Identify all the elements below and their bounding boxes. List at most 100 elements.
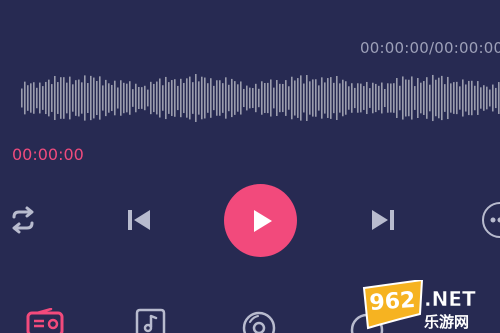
waveform-bar bbox=[45, 81, 47, 115]
waveform-bar bbox=[498, 82, 500, 114]
music-file-icon bbox=[135, 308, 166, 333]
waveform-bar bbox=[153, 83, 155, 113]
waveform-bar bbox=[393, 83, 395, 113]
waveform-bar bbox=[192, 82, 194, 114]
waveform-bar bbox=[147, 89, 149, 107]
waveform-bar bbox=[342, 79, 344, 117]
waveform-bar bbox=[420, 82, 422, 114]
play-icon bbox=[253, 209, 272, 232]
previous-button[interactable] bbox=[122, 203, 156, 237]
waveform-bar bbox=[486, 86, 488, 110]
waveform-bar bbox=[294, 80, 296, 116]
current-time: 00:00:00 bbox=[12, 145, 84, 164]
waveform-bar bbox=[477, 81, 479, 115]
waveform-bar bbox=[381, 82, 383, 114]
next-button[interactable] bbox=[366, 203, 400, 237]
waveform-bar bbox=[99, 76, 101, 120]
disc-icon bbox=[242, 311, 276, 333]
watermark-logo: 962 .NET 乐游网 bbox=[362, 280, 476, 331]
waveform-bar bbox=[30, 83, 32, 113]
waveform-bar bbox=[405, 79, 407, 117]
waveform-bar bbox=[165, 76, 167, 120]
waveform-bar bbox=[24, 81, 26, 115]
waveform-bar bbox=[135, 83, 137, 113]
waveform-bar bbox=[42, 86, 44, 110]
waveform-bar bbox=[318, 85, 320, 111]
waveform-bar bbox=[408, 79, 410, 117]
waveform-bar bbox=[456, 81, 458, 115]
waveform-bar bbox=[90, 75, 92, 121]
waveform-bar bbox=[384, 88, 386, 108]
waveform-bar bbox=[285, 80, 287, 116]
waveform-bar bbox=[255, 83, 257, 113]
waveform-bar bbox=[444, 84, 446, 112]
waveform-bar bbox=[240, 81, 242, 115]
waveform-bar bbox=[390, 83, 392, 113]
waveform-bar bbox=[189, 76, 191, 120]
svg-text:.NET: .NET bbox=[424, 287, 476, 311]
waveform-bar bbox=[231, 78, 233, 118]
waveform-bar bbox=[177, 85, 179, 111]
waveform-bar bbox=[207, 83, 209, 113]
waveform-bar bbox=[234, 81, 236, 115]
waveform-bar bbox=[312, 79, 314, 117]
waveform-bar bbox=[471, 80, 473, 116]
waveform-bar bbox=[306, 75, 308, 121]
waveform-bar bbox=[327, 78, 329, 118]
waveform-bar bbox=[87, 83, 89, 113]
waveform-bar bbox=[402, 76, 404, 120]
waveform-bar bbox=[378, 85, 380, 111]
waveform-bar bbox=[351, 83, 353, 113]
waveform-bar bbox=[117, 87, 119, 109]
waveform-bar bbox=[429, 84, 431, 112]
waveform-bar bbox=[309, 81, 311, 115]
play-button[interactable] bbox=[224, 184, 297, 257]
waveform-bar bbox=[195, 74, 197, 122]
waveform-visualizer bbox=[21, 74, 500, 122]
waveform-bar bbox=[129, 81, 131, 115]
waveform-bar bbox=[336, 75, 338, 121]
waveform-bar bbox=[78, 79, 80, 117]
waveform-bar bbox=[75, 80, 77, 116]
waveform-bar bbox=[375, 83, 377, 113]
waveform-bar bbox=[198, 81, 200, 115]
waveform-bar bbox=[252, 88, 254, 108]
waveform-bar bbox=[297, 78, 299, 118]
svg-text:962: 962 bbox=[369, 288, 417, 316]
waveform-bar bbox=[84, 75, 86, 121]
waveform-bar bbox=[387, 83, 389, 113]
waveform-bar bbox=[60, 77, 62, 119]
waveform-bar bbox=[183, 82, 185, 114]
tab-music[interactable] bbox=[131, 308, 171, 333]
waveform-bar bbox=[69, 76, 71, 120]
waveform-bar bbox=[426, 77, 428, 119]
more-options-button[interactable] bbox=[482, 202, 500, 238]
tab-radio[interactable] bbox=[25, 308, 65, 333]
waveform-bar bbox=[492, 84, 494, 112]
waveform-bar bbox=[330, 77, 332, 119]
skip-previous-icon bbox=[128, 210, 150, 230]
waveform-bar bbox=[180, 78, 182, 118]
waveform-bar bbox=[108, 83, 110, 113]
waveform-bar bbox=[156, 81, 158, 115]
skip-next-icon bbox=[372, 210, 394, 230]
waveform-bar bbox=[39, 82, 41, 114]
waveform-bar bbox=[432, 74, 434, 122]
radio-icon bbox=[26, 308, 64, 333]
waveform-bar bbox=[48, 79, 50, 117]
waveform-bar bbox=[138, 86, 140, 110]
waveform-bar bbox=[264, 82, 266, 114]
waveform-bar bbox=[222, 83, 224, 113]
total-time: 00:00:00/00:00:00 bbox=[360, 39, 500, 57]
waveform-bar bbox=[228, 84, 230, 112]
waveform-bar bbox=[123, 82, 125, 114]
waveform-bar bbox=[81, 82, 83, 114]
tab-disc[interactable] bbox=[239, 308, 279, 333]
waveform-bar bbox=[459, 86, 461, 110]
waveform-bar bbox=[36, 87, 38, 109]
waveform-bar bbox=[213, 85, 215, 111]
waveform-bar bbox=[33, 82, 35, 114]
waveform-bar bbox=[321, 77, 323, 119]
waveform-bar bbox=[204, 77, 206, 119]
repeat-button[interactable] bbox=[6, 203, 40, 237]
